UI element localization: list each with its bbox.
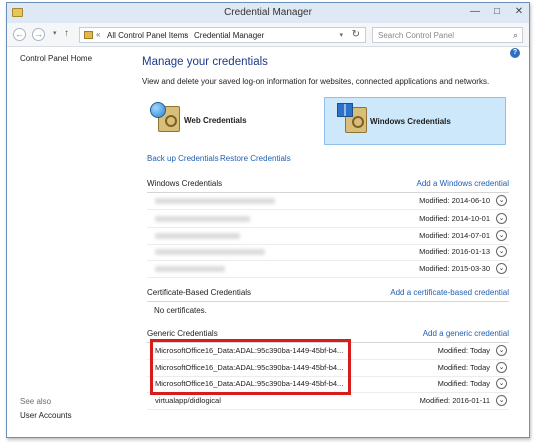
tab-label: Web Credentials [184,116,247,125]
expand-icon[interactable]: ⌄ [496,362,507,373]
credential-row[interactable]: Modified: 2014-06-10 ⌄ [147,192,509,210]
page-subtitle: View and delete your saved log-on inform… [142,77,490,86]
search-placeholder: Search Control Panel [378,31,455,40]
redacted-name [155,249,265,255]
window-controls: — □ ✕ [469,6,525,18]
restore-credentials-link[interactable]: Restore Credentials [220,154,291,163]
breadcrumb-all-items[interactable]: All Control Panel Items [107,31,188,40]
up-button[interactable]: ↑ [64,28,69,39]
tab-label: Windows Credentials [370,117,451,126]
see-also-label: See also [20,397,52,406]
address-box[interactable]: « All Control Panel Items › Credential M… [79,27,366,43]
expand-icon[interactable]: ⌄ [496,263,507,274]
modified-date: Modified: 2015-03-30 [419,264,490,273]
modified-date: Modified: 2016-01-11 [419,396,490,405]
backup-credentials-link[interactable]: Back up Credentials [147,154,219,163]
control-panel-home-link[interactable]: Control Panel Home [20,54,92,63]
search-icon[interactable]: ⌕ [513,30,518,41]
breadcrumb-credential-manager[interactable]: Credential Manager [194,31,264,40]
recent-locations-dropdown[interactable]: ▾ [53,29,57,37]
red-highlight-box [150,339,351,395]
section-title: Certificate-Based Credentials [147,288,252,297]
back-button[interactable]: ← [13,28,26,41]
credential-row[interactable]: Modified: 2014-10-01 ⌄ [147,210,509,228]
minimize-button[interactable]: — [469,6,481,18]
expand-icon[interactable]: ⌄ [496,378,507,389]
title-bar: Credential Manager — □ ✕ [7,3,529,23]
windows-icon [337,103,353,117]
breadcrumb-separator[interactable]: › [184,30,187,39]
user-accounts-link[interactable]: User Accounts [20,411,72,420]
modified-date: Modified: 2014-10-01 [419,214,490,223]
search-input[interactable]: Search Control Panel ⌕ [372,27,523,43]
window-title: Credential Manager [224,7,312,18]
expand-icon[interactable]: ⌄ [496,246,507,257]
modified-date: Modified: Today [437,346,490,355]
redacted-name [155,198,275,204]
tab-web-credentials[interactable]: Web Credentials [142,97,297,145]
address-dropdown-icon[interactable]: ▾ [339,31,343,39]
add-certificate-credential-link[interactable]: Add a certificate-based credential [390,288,509,297]
expand-icon[interactable]: ⌄ [496,213,507,224]
add-windows-credential-link[interactable]: Add a Windows credential [417,179,510,188]
credential-name: virtualapp/didlogical [155,396,221,405]
control-panel-folder-icon [84,31,93,39]
expand-icon[interactable]: ⌄ [496,230,507,241]
modified-date: Modified: Today [437,363,490,372]
expand-icon[interactable]: ⌄ [496,395,507,406]
section-title: Windows Credentials [147,179,223,188]
certificate-credentials-header: Certificate-Based Credentials Add a cert… [147,288,509,302]
modified-date: Modified: 2016-01-13 [419,247,490,256]
refresh-icon[interactable]: ↻ [352,29,360,40]
add-generic-credential-link[interactable]: Add a generic credential [423,329,509,338]
credential-row[interactable]: Modified: 2015-03-30 ⌄ [147,260,509,278]
expand-icon[interactable]: ⌄ [496,195,507,206]
section-title: Generic Credentials [147,329,218,338]
forward-button[interactable]: → [32,28,45,41]
tab-windows-credentials[interactable]: Windows Credentials [324,97,506,145]
windows-credentials-header: Windows Credentials Add a Windows creden… [147,179,509,193]
redacted-name [155,233,240,239]
modified-date: Modified: Today [437,379,490,388]
no-certificates-text: No certificates. [154,306,207,315]
globe-icon [150,102,166,118]
credential-row[interactable]: Modified: 2016-01-13 ⌄ [147,243,509,261]
close-button[interactable]: ✕ [513,6,525,18]
modified-date: Modified: 2014-06-10 [419,196,490,205]
address-bar: ← → ▾ ↑ « All Control Panel Items › Cred… [7,23,529,47]
page-title: Manage your credentials [142,56,268,68]
modified-date: Modified: 2014-07-01 [419,231,490,240]
expand-icon[interactable]: ⌄ [496,345,507,356]
maximize-button[interactable]: □ [491,6,503,18]
help-icon[interactable]: ? [510,48,520,58]
breadcrumb-overflow[interactable]: « [96,30,100,39]
redacted-name [155,266,225,272]
redacted-name [155,216,250,222]
